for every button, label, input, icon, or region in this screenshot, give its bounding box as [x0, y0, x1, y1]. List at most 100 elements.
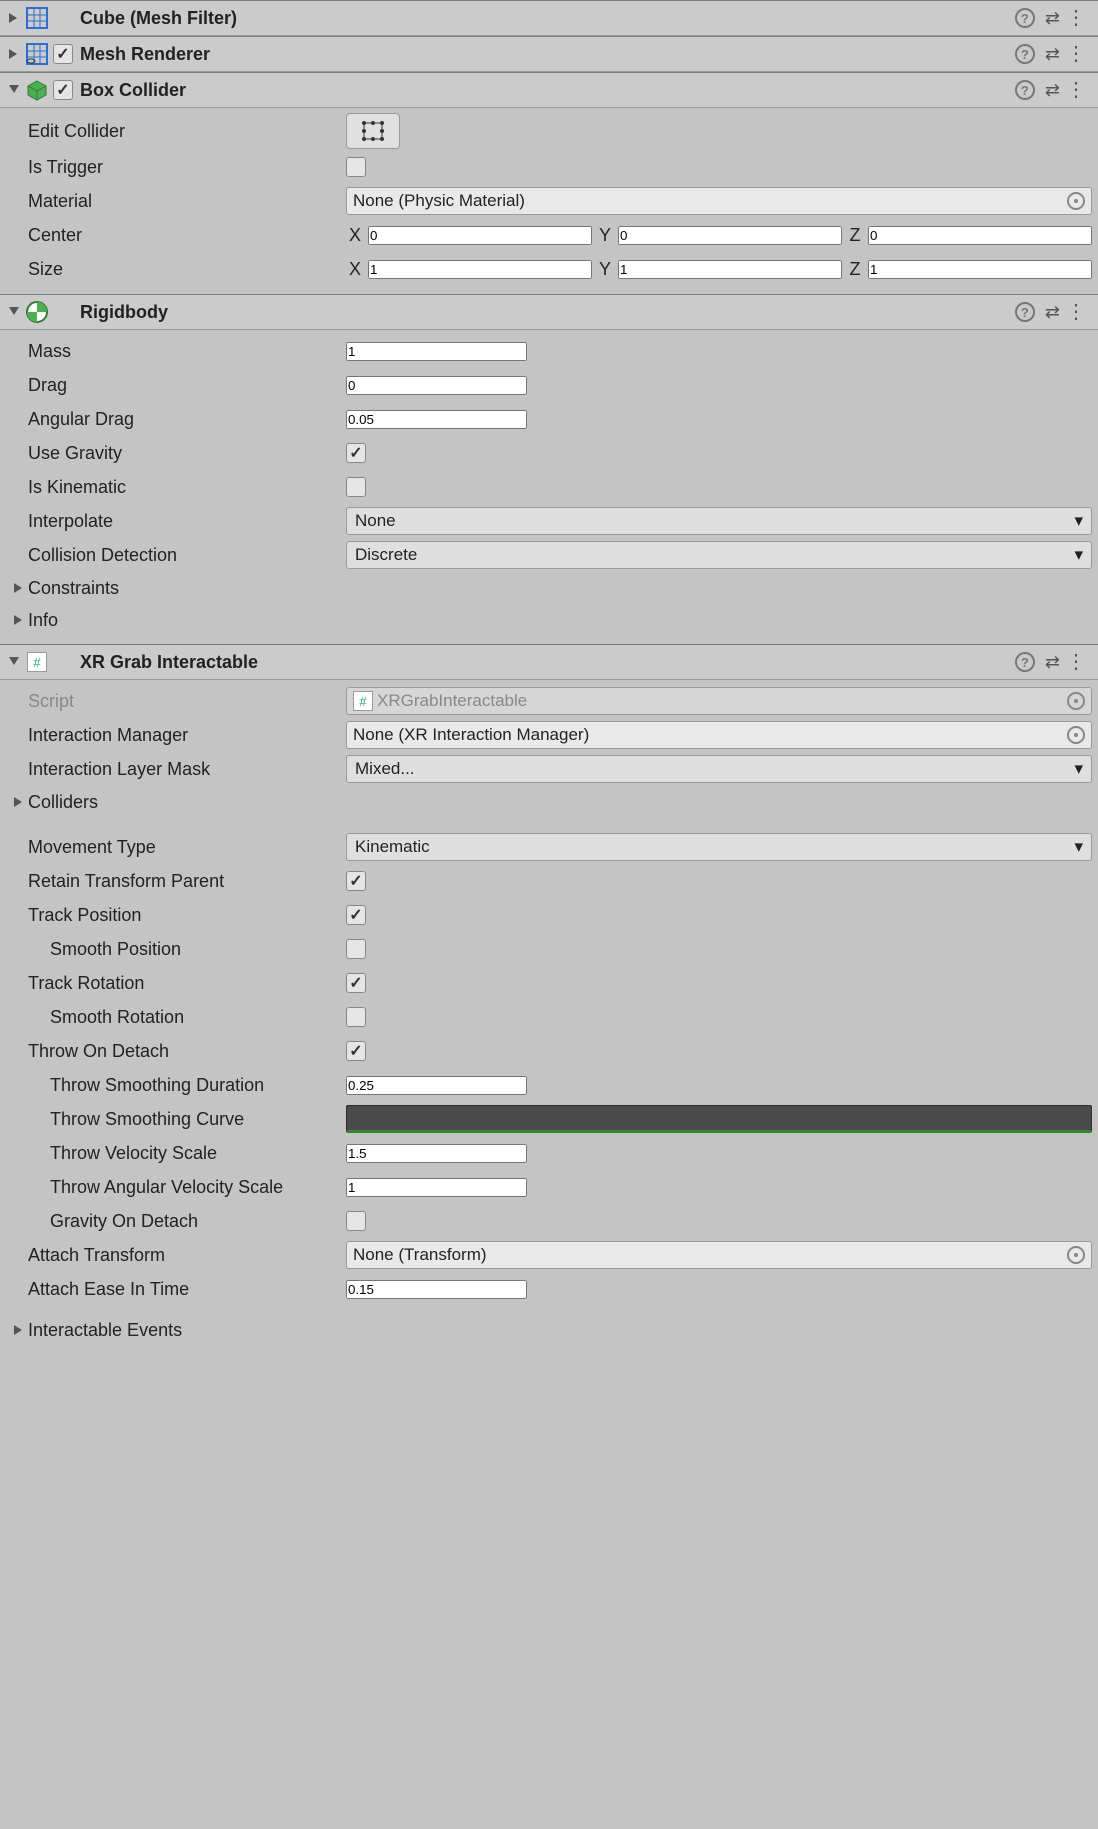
interactable-events-foldout[interactable]: Interactable Events: [6, 1314, 1092, 1346]
box-collider-body: Edit Collider Is Trigger Material None (…: [0, 108, 1098, 294]
help-icon[interactable]: ?: [1015, 302, 1035, 322]
help-icon[interactable]: ?: [1015, 44, 1035, 64]
movement-type-label: Movement Type: [6, 837, 346, 858]
component-header-box-collider[interactable]: Box Collider ? ⇄ ⋮: [0, 72, 1098, 108]
is-kinematic-checkbox[interactable]: [346, 477, 366, 497]
component-title: Rigidbody: [76, 302, 1015, 323]
gravity-on-detach-label: Gravity On Detach: [6, 1211, 346, 1232]
object-picker-icon[interactable]: [1067, 726, 1085, 744]
foldout-icon[interactable]: [6, 307, 22, 317]
kebab-icon[interactable]: ⋮: [1066, 14, 1086, 22]
component-header-rigidbody[interactable]: Rigidbody ? ⇄ ⋮: [0, 294, 1098, 330]
center-label: Center: [6, 225, 346, 246]
preset-icon[interactable]: ⇄: [1045, 302, 1056, 323]
is-trigger-checkbox[interactable]: [346, 157, 366, 177]
enable-checkbox[interactable]: [53, 80, 73, 100]
info-foldout[interactable]: Info: [6, 604, 1092, 636]
foldout-icon[interactable]: [6, 13, 22, 23]
track-rotation-checkbox[interactable]: [346, 973, 366, 993]
collision-detection-dropdown[interactable]: Discrete▾: [346, 541, 1092, 569]
chevron-down-icon: ▾: [1074, 511, 1083, 531]
preset-icon[interactable]: ⇄: [1045, 80, 1056, 101]
size-label: Size: [6, 259, 346, 280]
track-rotation-label: Track Rotation: [6, 973, 346, 994]
object-picker-icon[interactable]: [1067, 1246, 1085, 1264]
is-trigger-label: Is Trigger: [6, 157, 346, 178]
throw-smoothing-curve-label: Throw Smoothing Curve: [6, 1109, 346, 1130]
interaction-manager-label: Interaction Manager: [6, 725, 346, 746]
center-y-input[interactable]: [618, 226, 842, 245]
interaction-manager-field[interactable]: None (XR Interaction Manager): [346, 721, 1092, 749]
smooth-rotation-checkbox[interactable]: [346, 1007, 366, 1027]
xr-grab-body: Script#XRGrabInteractable Interaction Ma…: [0, 680, 1098, 1354]
gravity-on-detach-checkbox[interactable]: [346, 1211, 366, 1231]
help-icon[interactable]: ?: [1015, 652, 1035, 672]
throw-smoothing-duration-input[interactable]: [346, 1076, 527, 1095]
component-header-mesh-renderer[interactable]: Mesh Renderer ? ⇄ ⋮: [0, 36, 1098, 72]
throw-on-detach-checkbox[interactable]: [346, 1041, 366, 1061]
material-field[interactable]: None (Physic Material): [346, 187, 1092, 215]
size-y-input[interactable]: [618, 260, 842, 279]
foldout-icon[interactable]: [6, 85, 22, 95]
script-field: #XRGrabInteractable: [346, 687, 1092, 715]
size-x-input[interactable]: [368, 260, 592, 279]
throw-angular-velocity-scale-label: Throw Angular Velocity Scale: [6, 1177, 346, 1198]
throw-on-detach-label: Throw On Detach: [6, 1041, 346, 1062]
component-title: Cube (Mesh Filter): [76, 8, 1015, 29]
interaction-layer-mask-dropdown[interactable]: Mixed...▾: [346, 755, 1092, 783]
attach-ease-in-time-input[interactable]: [346, 1280, 527, 1299]
kebab-icon[interactable]: ⋮: [1066, 50, 1086, 58]
attach-transform-field[interactable]: None (Transform): [346, 1241, 1092, 1269]
center-x-input[interactable]: [368, 226, 592, 245]
script-label: Script: [6, 691, 346, 712]
smooth-rotation-label: Smooth Rotation: [6, 1007, 346, 1028]
center-z-input[interactable]: [868, 226, 1092, 245]
interpolate-dropdown[interactable]: None▾: [346, 507, 1092, 535]
kebab-icon[interactable]: ⋮: [1066, 86, 1086, 94]
edit-collider-label: Edit Collider: [6, 121, 346, 142]
throw-velocity-scale-input[interactable]: [346, 1144, 527, 1163]
colliders-foldout[interactable]: Colliders: [6, 786, 1092, 818]
box-collider-icon: [24, 79, 50, 101]
chevron-down-icon: ▾: [1074, 759, 1083, 779]
foldout-icon[interactable]: [6, 49, 22, 59]
movement-type-dropdown[interactable]: Kinematic▾: [346, 833, 1092, 861]
preset-icon[interactable]: ⇄: [1045, 8, 1056, 29]
size-z-input[interactable]: [868, 260, 1092, 279]
mass-input[interactable]: [346, 342, 527, 361]
object-picker-icon[interactable]: [1067, 192, 1085, 210]
chevron-down-icon: ▾: [1074, 837, 1083, 857]
mesh-renderer-icon: [24, 43, 50, 65]
component-title: XR Grab Interactable: [76, 652, 1015, 673]
throw-smoothing-curve-field[interactable]: [346, 1105, 1092, 1133]
component-header-mesh-filter[interactable]: Cube (Mesh Filter) ? ⇄ ⋮: [0, 0, 1098, 36]
throw-angular-velocity-scale-input[interactable]: [346, 1178, 527, 1197]
smooth-position-label: Smooth Position: [6, 939, 346, 960]
help-icon[interactable]: ?: [1015, 8, 1035, 28]
preset-icon[interactable]: ⇄: [1045, 652, 1056, 673]
use-gravity-label: Use Gravity: [6, 443, 346, 464]
component-header-xr-grab[interactable]: # XR Grab Interactable ? ⇄ ⋮: [0, 644, 1098, 680]
is-kinematic-label: Is Kinematic: [6, 477, 346, 498]
chevron-down-icon: ▾: [1074, 545, 1083, 565]
use-gravity-checkbox[interactable]: [346, 443, 366, 463]
foldout-icon[interactable]: [6, 657, 22, 667]
attach-transform-label: Attach Transform: [6, 1245, 346, 1266]
rigidbody-body: Mass Drag Angular Drag Use Gravity Is Ki…: [0, 330, 1098, 644]
help-icon[interactable]: ?: [1015, 80, 1035, 100]
kebab-icon[interactable]: ⋮: [1066, 308, 1086, 316]
smooth-position-checkbox[interactable]: [346, 939, 366, 959]
track-position-checkbox[interactable]: [346, 905, 366, 925]
edit-collider-button[interactable]: [346, 113, 400, 149]
preset-icon[interactable]: ⇄: [1045, 44, 1056, 65]
material-label: Material: [6, 191, 346, 212]
enable-checkbox[interactable]: [53, 44, 73, 64]
drag-input[interactable]: [346, 376, 527, 395]
throw-smoothing-duration-label: Throw Smoothing Duration: [6, 1075, 346, 1096]
retain-transform-parent-checkbox[interactable]: [346, 871, 366, 891]
retain-transform-parent-label: Retain Transform Parent: [6, 871, 346, 892]
kebab-icon[interactable]: ⋮: [1066, 658, 1086, 666]
angular-drag-input[interactable]: [346, 410, 527, 429]
constraints-foldout[interactable]: Constraints: [6, 572, 1092, 604]
collision-detection-label: Collision Detection: [6, 545, 346, 566]
